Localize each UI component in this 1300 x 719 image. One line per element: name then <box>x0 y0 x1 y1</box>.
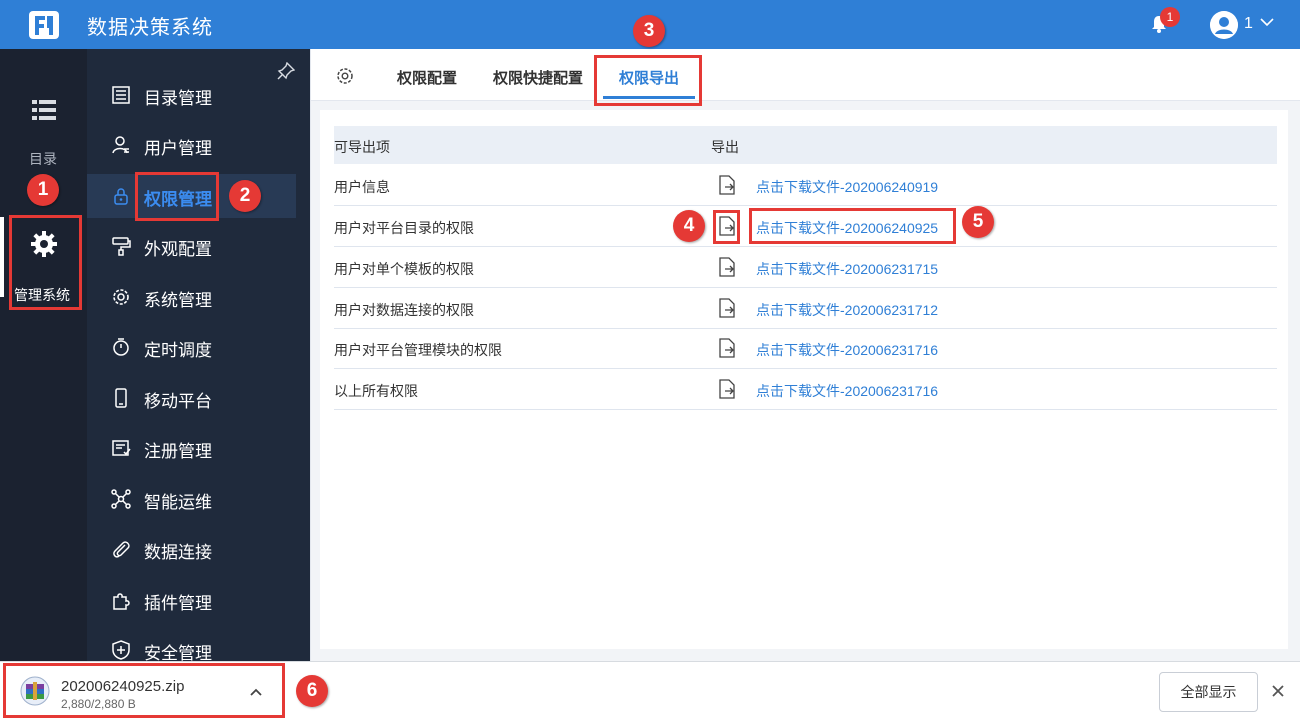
sidebar-item-label: 权限管理 <box>144 190 212 209</box>
annotation-number: 2 <box>229 180 261 212</box>
show-all-button[interactable]: 全部显示 <box>1159 672 1258 712</box>
download-link[interactable]: 点击下载文件-202006231712 <box>756 300 938 320</box>
export-file-icon[interactable] <box>718 216 736 236</box>
table-row: 用户信息 点击下载文件-202006240919 <box>334 165 1277 206</box>
list-icon <box>112 86 130 104</box>
sidebar-item-data-connection[interactable]: 数据连接 <box>87 527 296 571</box>
directory-list-icon[interactable] <box>32 99 56 121</box>
chevron-down-icon[interactable] <box>1259 14 1275 30</box>
sidebar-item-label: 移动平台 <box>144 392 212 411</box>
puzzle-icon <box>113 593 130 610</box>
rail-active-indicator <box>0 217 4 297</box>
active-tab-indicator <box>603 96 695 99</box>
chevron-up-icon[interactable] <box>248 684 264 700</box>
zip-archive-icon <box>20 676 50 706</box>
user-icon <box>112 136 129 154</box>
user-name[interactable]: 1 <box>1244 15 1253 33</box>
sidebar-item-mobile[interactable]: 移动平台 <box>87 376 296 420</box>
register-icon <box>112 440 131 456</box>
sidebar-item-label: 插件管理 <box>144 594 212 613</box>
timer-icon <box>113 338 129 356</box>
sidebar-item-appearance[interactable]: 外观配置 <box>87 224 296 268</box>
annotation-number: 5 <box>962 206 994 238</box>
close-icon[interactable] <box>1270 683 1286 699</box>
sidebar-item-plugins[interactable]: 插件管理 <box>87 578 296 622</box>
paint-roller-icon <box>112 237 131 256</box>
sidebar-item-label: 智能运维 <box>144 493 212 512</box>
export-item-name: 用户信息 <box>334 179 390 195</box>
export-file-icon[interactable] <box>718 338 736 358</box>
shield-icon <box>112 640 130 660</box>
download-link[interactable]: 点击下载文件-202006231716 <box>756 340 938 360</box>
lock-icon <box>114 188 128 205</box>
sidebar-item-label: 用户管理 <box>144 139 212 158</box>
sidebar-item-security[interactable]: 安全管理 <box>87 628 296 661</box>
sidebar-item-schedule[interactable]: 定时调度 <box>87 325 296 369</box>
tab-permission-export[interactable]: 权限导出 <box>619 67 679 88</box>
sidebar-item-permissions[interactable]: 权限管理 <box>87 174 296 218</box>
annotation-number: 1 <box>27 174 59 206</box>
gear-icon <box>113 289 129 305</box>
sidebar-item-label: 定时调度 <box>144 341 212 360</box>
sidebar-item-label: 数据连接 <box>144 543 212 562</box>
sidebar: 目录管理 用户管理 权限管理 外观配置 系统管理 定时调度 移动平台 注册管理 … <box>87 49 310 661</box>
sidebar-item-label: 安全管理 <box>144 644 212 661</box>
tab-bar <box>311 49 1300 101</box>
download-file-size: 2,880/2,880 B <box>61 697 136 711</box>
column-header-item: 可导出项 <box>334 139 390 155</box>
export-item-name: 用户对平台目录的权限 <box>334 220 474 236</box>
sidebar-item-label: 外观配置 <box>144 240 212 259</box>
table-header <box>334 126 1277 164</box>
export-file-icon[interactable] <box>718 379 736 399</box>
sidebar-item-label: 注册管理 <box>144 442 212 461</box>
export-file-icon[interactable] <box>718 257 736 277</box>
table-row: 用户对平台目录的权限 点击下载文件-202006240925 <box>334 206 1277 247</box>
sidebar-item-directory[interactable]: 目录管理 <box>87 73 296 117</box>
sidebar-item-users[interactable]: 用户管理 <box>87 123 296 167</box>
tab-permission-quick-config[interactable]: 权限快捷配置 <box>493 67 583 88</box>
annotation-number: 6 <box>296 675 328 707</box>
settings-gear-icon[interactable] <box>335 66 355 86</box>
export-item-name: 以上所有权限 <box>334 383 418 399</box>
sidebar-item-label: 系统管理 <box>144 291 212 310</box>
download-link[interactable]: 点击下载文件-202006240919 <box>756 177 938 197</box>
rail-management-label[interactable]: 管理系统 <box>14 285 70 305</box>
app-title: 数据决策系统 <box>87 17 213 39</box>
paperclip-icon <box>113 541 130 558</box>
left-rail: 目录 管理系统 <box>0 49 87 661</box>
mobile-icon <box>115 388 127 408</box>
sidebar-item-register[interactable]: 注册管理 <box>87 426 296 470</box>
tab-permission-config[interactable]: 权限配置 <box>397 67 457 88</box>
column-header-export: 导出 <box>711 139 739 155</box>
annotation-number: 4 <box>673 210 705 242</box>
download-link[interactable]: 点击下载文件-202006240925 <box>756 218 938 238</box>
sidebar-item-system[interactable]: 系统管理 <box>87 275 296 319</box>
export-file-icon[interactable] <box>718 175 736 195</box>
table-row: 用户对单个模板的权限 点击下载文件-202006231715 <box>334 247 1277 288</box>
export-file-icon[interactable] <box>718 298 736 318</box>
download-file-name[interactable]: 202006240925.zip <box>61 678 184 695</box>
gear-icon[interactable] <box>29 229 59 259</box>
avatar[interactable] <box>1210 11 1238 39</box>
rail-directory-label[interactable]: 目录 <box>29 149 57 169</box>
export-item-name: 用户对平台管理模块的权限 <box>334 342 502 358</box>
export-item-name: 用户对单个模板的权限 <box>334 261 474 277</box>
network-icon <box>111 489 131 509</box>
app-logo-icon <box>29 11 59 39</box>
sidebar-item-ops[interactable]: 智能运维 <box>87 477 296 521</box>
sidebar-item-label: 目录管理 <box>144 89 212 108</box>
export-item-name: 用户对数据连接的权限 <box>334 302 474 318</box>
table-row: 以上所有权限 点击下载文件-202006231716 <box>334 369 1277 410</box>
notification-badge: 1 <box>1160 7 1180 27</box>
download-link[interactable]: 点击下载文件-202006231715 <box>756 259 938 279</box>
download-link[interactable]: 点击下载文件-202006231716 <box>756 381 938 401</box>
table-row: 用户对数据连接的权限 点击下载文件-202006231712 <box>334 288 1277 329</box>
annotation-number: 3 <box>633 15 665 47</box>
table-row: 用户对平台管理模块的权限 点击下载文件-202006231716 <box>334 328 1277 369</box>
